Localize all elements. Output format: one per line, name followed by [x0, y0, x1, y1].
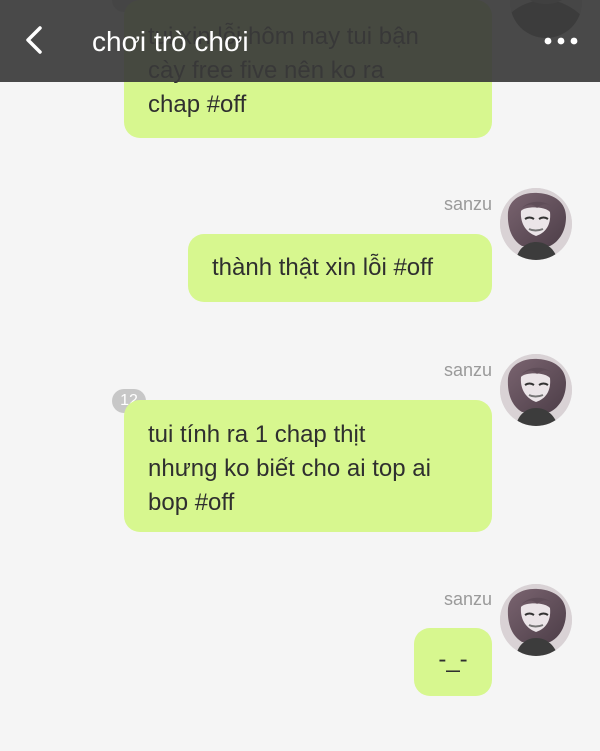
sender-name: sanzu [443, 194, 492, 214]
more-horizontal-icon [544, 37, 578, 45]
message-bubble[interactable]: tui tính ra 1 chap thịt nhưng ko biết ch… [124, 400, 492, 532]
chevron-left-icon [26, 26, 42, 54]
top-bar: chơi trò chơi [0, 0, 600, 82]
sender-name: sanzu [443, 360, 492, 380]
avatar[interactable] [500, 584, 572, 656]
avatar[interactable] [500, 354, 572, 426]
message-bubble[interactable]: thành thật xin lỗi #off [188, 234, 492, 302]
chat-thread: tui xin lỗi hôm nay tui bận cày free fiv… [0, 0, 600, 751]
sender-name: sanzu [443, 589, 492, 609]
more-button[interactable] [540, 24, 582, 58]
message-bubble[interactable]: -_- [414, 628, 492, 696]
avatar[interactable] [500, 188, 572, 260]
page-title: chơi trò chơi [92, 26, 249, 57]
back-button[interactable] [16, 20, 56, 60]
